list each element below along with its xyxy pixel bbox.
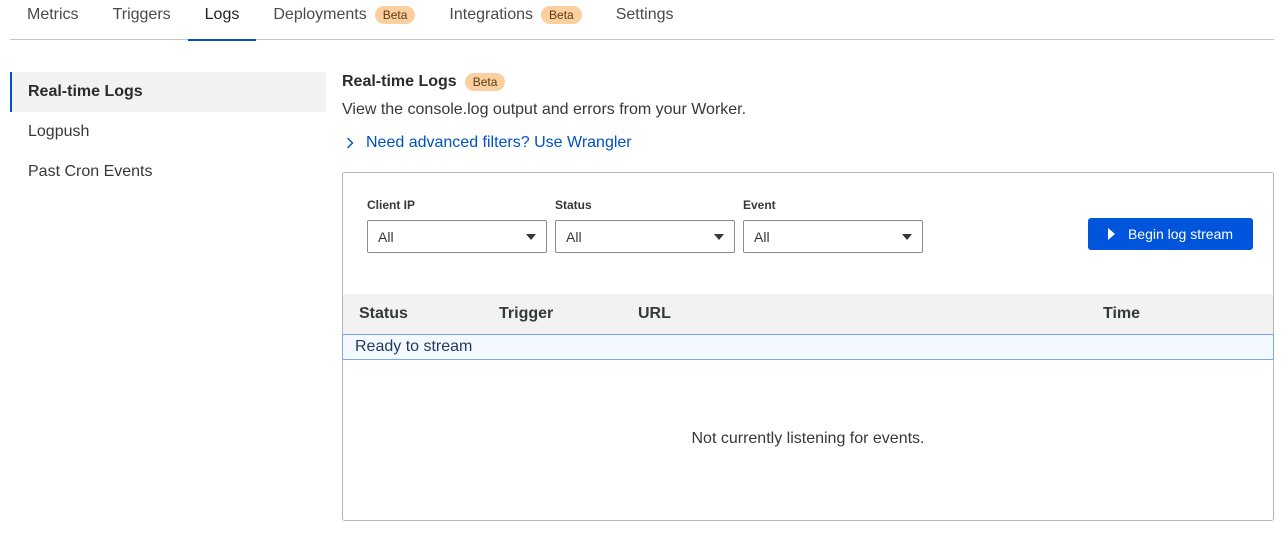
tab-label: Triggers [112, 6, 171, 23]
column-header-time: Time [1103, 305, 1141, 322]
tab-triggers[interactable]: Triggers [96, 0, 188, 40]
tab-deployments[interactable]: Deployments Beta [256, 0, 432, 40]
client-ip-filter: Client IP All [367, 198, 547, 253]
caret-down-icon [526, 233, 536, 240]
filters: Client IP All Status All Event All [367, 198, 923, 253]
filter-label: Client IP [367, 198, 416, 212]
filter-label: Status [555, 198, 592, 212]
sidebar-item-past-cron-events[interactable]: Past Cron Events [10, 152, 326, 192]
empty-state-message: Not currently listening for events. [691, 430, 925, 447]
tab-label: Metrics [27, 6, 79, 23]
log-panel: Client IP All Status All Event All Begin… [342, 172, 1274, 521]
beta-badge: Beta [541, 6, 582, 24]
event-filter: Event All [743, 198, 923, 253]
beta-badge: Beta [374, 6, 416, 24]
filter-label: Event [743, 198, 776, 212]
select-value: All [378, 228, 394, 245]
sidebar-item-real-time-logs[interactable]: Real-time Logs [10, 72, 326, 112]
advanced-filters-link[interactable]: Need advanced filters? Use Wrangler [342, 132, 1274, 154]
button-label: Begin log stream [1127, 226, 1234, 242]
tab-label: Settings [615, 6, 674, 23]
column-header-status: Status [359, 305, 408, 322]
page-title: Real-time Logs [342, 73, 457, 90]
tab-label: Integrations [449, 6, 534, 23]
caret-down-icon [714, 233, 724, 240]
caret-down-icon [902, 233, 912, 240]
select-value: All [754, 228, 770, 245]
tab-bar: Metrics Triggers Logs Deployments Beta I… [10, 0, 1274, 41]
beta-badge: Beta [464, 73, 506, 91]
event-select[interactable]: All [743, 220, 923, 253]
advanced-filters-label: Need advanced filters? Use Wrangler [366, 134, 632, 151]
table-header: Status Trigger URL Time [343, 294, 1273, 334]
ready-status-row: Ready to stream [342, 334, 1274, 360]
column-header-trigger: Trigger [499, 305, 554, 322]
chevron-right-icon [342, 135, 358, 151]
tab-label: Deployments [273, 6, 367, 23]
tab-logs[interactable]: Logs [187, 0, 257, 41]
begin-log-stream-button[interactable]: Begin log stream [1088, 218, 1253, 250]
tab-integrations[interactable]: Integrations Beta [432, 0, 598, 40]
status-filter: Status All [555, 198, 735, 253]
tab-metrics[interactable]: Metrics [10, 0, 96, 40]
page-description: View the console.log output and errors f… [342, 101, 747, 118]
status-select[interactable]: All [555, 220, 735, 253]
client-ip-select[interactable]: All [367, 220, 547, 253]
select-value: All [566, 228, 582, 245]
heading-row: Real-time Logs Beta [342, 70, 1274, 94]
tab-settings[interactable]: Settings [599, 0, 691, 40]
sidebar: Real-time Logs Logpush Past Cron Events [10, 72, 326, 192]
sidebar-item-logpush[interactable]: Logpush [10, 112, 326, 152]
play-icon [1107, 228, 1115, 240]
column-header-url: URL [638, 305, 671, 322]
main-content: Real-time Logs Beta View the console.log… [342, 70, 1274, 521]
tab-label: Logs [204, 6, 240, 23]
